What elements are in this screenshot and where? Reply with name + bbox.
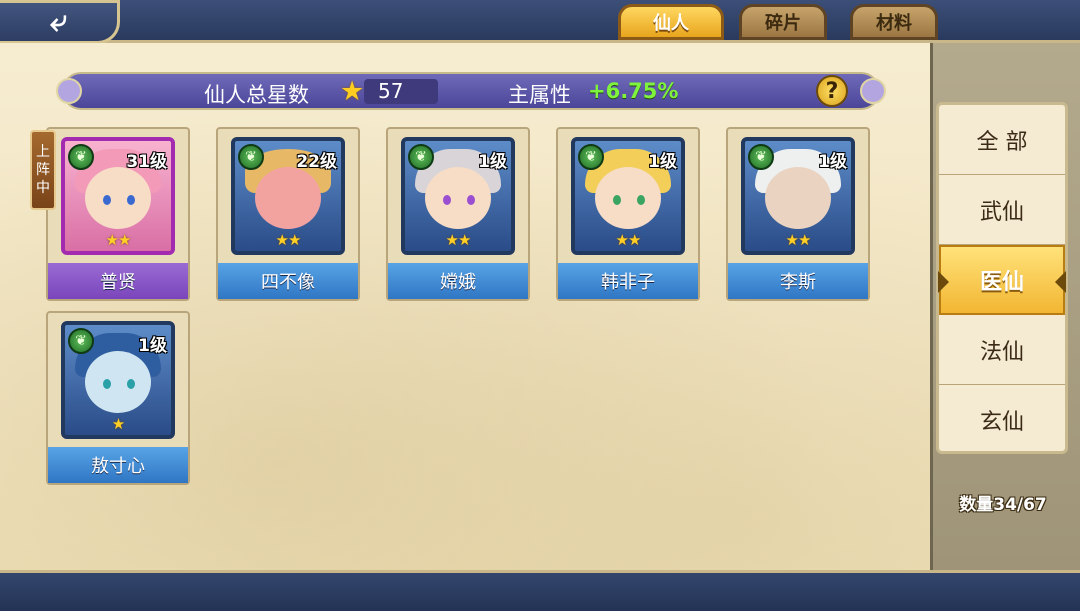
filter-mystic[interactable]: 玄仙 [939, 385, 1065, 455]
leaf-element-icon: ❦ [408, 144, 434, 170]
leaf-element-icon: ❦ [238, 144, 264, 170]
filter-label: 全 部 [976, 129, 1028, 155]
deployed-tag-char: 中 [36, 180, 50, 196]
main-attr-value: +6.75% [588, 79, 679, 103]
hero-card-lisi[interactable]: ❦ 1级 ★★ 李斯 [726, 127, 870, 301]
filter-healer[interactable]: 医仙 [938, 245, 1066, 315]
portrait-face [255, 167, 321, 229]
filter-label: 玄仙 [979, 410, 1024, 435]
filter-label: 武仙 [979, 199, 1024, 225]
hero-card-change[interactable]: ❦ 1级 ★★ 嫦娥 [386, 127, 530, 301]
portrait-eye [613, 195, 621, 205]
hero-portrait: ❦ 1级 ★★ [571, 137, 685, 255]
tab-materials[interactable]: 材料 [850, 4, 938, 40]
bar-ornament [860, 78, 886, 104]
hero-portrait: ❦ 31级 ★★ [61, 137, 175, 255]
bottom-bar [0, 570, 1080, 611]
hero-list-panel [0, 43, 930, 570]
hero-stars: ★ [111, 415, 125, 433]
tab-label: 仙人 [653, 13, 689, 34]
help-symbol: ? [825, 78, 839, 104]
portrait-face [425, 167, 491, 229]
portrait-eye [127, 195, 135, 205]
back-arrow-icon: ⤶ [50, 4, 67, 39]
total-stars-value: 57 [364, 79, 438, 104]
portrait-eye [127, 379, 135, 389]
hero-stars: ★★ [445, 231, 472, 249]
hero-name: 敖寸心 [48, 447, 188, 483]
star-icon: ★ [340, 76, 365, 107]
filter-list: 全 部 武仙 医仙 法仙 玄仙 [936, 102, 1068, 454]
hero-level: 1级 [648, 152, 677, 172]
hero-stars: ★★ [615, 231, 642, 249]
hero-stars: ★★ [105, 231, 132, 249]
deployed-tag-char: 上 [36, 144, 50, 160]
hero-name: 李斯 [728, 263, 868, 299]
hero-stars: ★★ [275, 231, 302, 249]
leaf-element-icon: ❦ [68, 328, 94, 354]
portrait-eye [103, 379, 111, 389]
hero-level: 31级 [126, 152, 167, 172]
portrait-eye [443, 195, 451, 205]
filter-label: 法仙 [979, 339, 1024, 365]
hero-portrait: ❦ 1级 ★ [61, 321, 175, 439]
deployed-tag: 上 阵 中 [30, 130, 56, 210]
hero-level: 1级 [818, 152, 847, 172]
portrait-face [85, 351, 151, 413]
hero-name: 嫦娥 [388, 263, 528, 299]
help-icon[interactable]: ? [816, 75, 848, 107]
filter-martial[interactable]: 武仙 [939, 175, 1065, 245]
leaf-element-icon: ❦ [68, 144, 94, 170]
hero-portrait: ❦ 22级 ★★ [231, 137, 345, 255]
hero-card-hanfeizi[interactable]: ❦ 1级 ★★ 韩非子 [556, 127, 700, 301]
hero-level: 1级 [138, 336, 167, 356]
main-attr-label: 主属性 [508, 83, 571, 107]
hero-card-puxian[interactable]: ❦ 31级 ★★ 普贤 [46, 127, 190, 301]
bar-ornament [56, 78, 82, 104]
hero-portrait: ❦ 1级 ★★ [401, 137, 515, 255]
tab-immortals[interactable]: 仙人 [618, 4, 724, 40]
tab-fragments[interactable]: 碎片 [739, 4, 827, 40]
hero-card-aocunxin[interactable]: ❦ 1级 ★ 敖寸心 [46, 311, 190, 485]
leaf-element-icon: ❦ [748, 144, 774, 170]
hero-card-sibuxiang[interactable]: ❦ 22级 ★★ 四不像 [216, 127, 360, 301]
portrait-face [85, 167, 151, 229]
hero-portrait: ❦ 1级 ★★ [741, 137, 855, 255]
leaf-element-icon: ❦ [578, 144, 604, 170]
star-summary-bar: 仙人总星数 57 ★ 主属性 +6.75% ? [56, 72, 886, 110]
portrait-face [595, 167, 661, 229]
total-stars-label: 仙人总星数 [204, 83, 309, 107]
portrait-face [765, 167, 831, 229]
hero-name: 韩非子 [558, 263, 698, 299]
hero-name: 普贤 [48, 263, 188, 299]
portrait-eye [467, 195, 475, 205]
tab-label: 材料 [876, 13, 912, 34]
deployed-tag-char: 阵 [36, 162, 50, 178]
filter-label: 医仙 [979, 270, 1024, 295]
filter-magic[interactable]: 法仙 [939, 315, 1065, 385]
hero-stars: ★★ [785, 231, 812, 249]
hero-level: 22级 [296, 152, 337, 172]
filter-all[interactable]: 全 部 [939, 105, 1065, 175]
tab-label: 碎片 [765, 13, 801, 34]
hero-level: 1级 [478, 152, 507, 172]
portrait-eye [637, 195, 645, 205]
hero-name: 四不像 [218, 263, 358, 299]
portrait-eye [103, 195, 111, 205]
hero-count: 数量34/67 [959, 495, 1047, 515]
back-button[interactable]: ⤶ [0, 0, 120, 44]
